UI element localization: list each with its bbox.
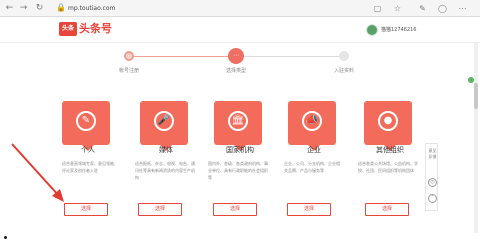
refresh-icon[interactable]: ↻	[34, 3, 45, 14]
cursor-dot	[4, 236, 7, 239]
microphone-icon: 🎤	[154, 111, 174, 131]
status-dot	[468, 77, 474, 83]
step-dot-profile	[339, 51, 349, 61]
username[interactable]: 猫猫12746216	[381, 25, 416, 35]
book-icon[interactable]: ▢	[372, 3, 383, 14]
site-header: 头条 头条号 猫猫12746216	[0, 17, 480, 43]
step-connector-done	[134, 56, 228, 57]
page-root: ← → ↻ 🔒 mp.toutiao.com ▢ ☆ ✎ ◯ ⋯ 头条 头条号 …	[0, 0, 480, 245]
scrollbar[interactable]	[474, 43, 478, 233]
notes-icon[interactable]: ✎	[417, 3, 428, 14]
step-connector-todo	[244, 56, 339, 57]
card-desc-government: 国内外、各级、各类政府机构、事业单位、具有行政职能的社会组织等	[208, 161, 268, 180]
back-to-top-icon[interactable]: ˄	[428, 194, 437, 203]
select-media-button[interactable]: 选择	[138, 203, 182, 216]
card-desc-enterprise: 企业、公司、分支机构、企业相关品牌、产品与服务等	[284, 161, 340, 173]
card-desc-other-org: 适合各类公共场馆、公益机构、学校、社团、民间组织等机构团体	[358, 161, 418, 173]
select-other-org-button[interactable]: 选择	[365, 203, 409, 216]
arrow-annotation	[11, 143, 64, 202]
browser-toolbar: ← → ↻ 🔒 mp.toutiao.com ▢ ☆ ✎ ◯ ⋯	[0, 0, 480, 17]
card-icon-box: 🏛	[214, 101, 262, 151]
card-title-government: 国家机构	[226, 146, 254, 154]
avatar[interactable]	[366, 24, 378, 36]
card-icon-box: ●	[364, 101, 412, 151]
logo-text[interactable]: 头条号	[79, 21, 112, 37]
megaphone-icon: 📣	[302, 111, 322, 131]
step-label-register: 帐号注册	[118, 68, 139, 74]
card-title-media: 媒体	[159, 146, 173, 154]
card-desc-media: 适合报纸、杂志、电视、电台、通讯社等具有新闻资质的内容生产机构	[135, 161, 195, 180]
favorite-icon[interactable]: ☆	[392, 3, 403, 14]
share-icon[interactable]: ◯	[437, 3, 448, 14]
url-text[interactable]: mp.toutiao.com	[68, 3, 115, 14]
pen-icon: ✎	[76, 111, 96, 131]
step-label-select-type: 选择类型	[225, 68, 246, 74]
back-icon[interactable]: ←	[4, 3, 15, 14]
clock-icon[interactable]: ◷	[428, 178, 437, 187]
address-bar[interactable]: 🔒 mp.toutiao.com	[56, 2, 388, 15]
group-icon: ●	[378, 111, 398, 131]
more-icon[interactable]: ⋯	[457, 3, 468, 14]
select-enterprise-button[interactable]: 选择	[287, 203, 331, 216]
forward-icon[interactable]: →	[18, 3, 29, 14]
step-dot-register	[124, 51, 134, 61]
card-title-enterprise: 企业	[307, 146, 321, 154]
side-panel: 意见反馈 ◷ ˄	[425, 143, 438, 211]
select-government-button[interactable]: 选择	[213, 203, 257, 216]
step-dot-select-type: ⋯	[228, 48, 244, 64]
feedback-link[interactable]: 意见反馈	[427, 148, 438, 160]
government-building-icon: 🏛	[228, 111, 248, 131]
arrow-shaft	[11, 143, 61, 198]
card-icon-box: 📣	[288, 101, 336, 151]
logo-badge[interactable]: 头条	[59, 22, 77, 36]
scroll-thumb[interactable]	[474, 83, 478, 109]
lock-icon: 🔒	[56, 3, 66, 12]
card-icon-box: 🎤	[140, 101, 188, 151]
step-label-profile: 入驻资料	[333, 68, 354, 74]
card-title-other-org: 其他组织	[376, 146, 404, 154]
